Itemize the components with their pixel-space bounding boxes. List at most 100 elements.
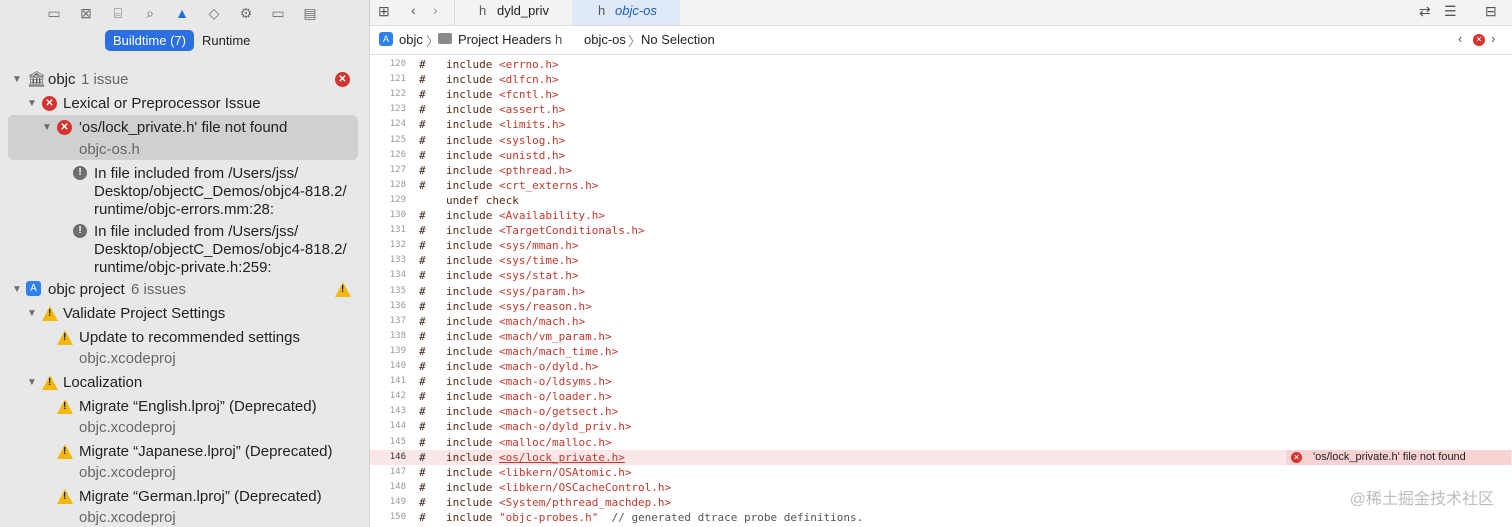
split-editor-icon[interactable]: ⊟ bbox=[1485, 3, 1497, 20]
warning-icon: ! bbox=[42, 306, 58, 321]
line-number: 124 bbox=[389, 119, 406, 130]
chevron-down-icon[interactable]: ▼ bbox=[42, 122, 52, 133]
line-number: 130 bbox=[389, 210, 406, 220]
line-number: 135 bbox=[389, 285, 406, 296]
chevron-down-icon[interactable]: ▼ bbox=[12, 74, 22, 85]
symbol-icon[interactable]: ⌸ bbox=[108, 3, 128, 23]
code-line[interactable]: 145 # include <malloc/malloc.h> bbox=[370, 435, 1512, 450]
code-line[interactable]: 138 # include <mach/vm_param.h> bbox=[370, 329, 1512, 344]
code-line[interactable]: 131 # include <TargetConditionals.h> bbox=[370, 223, 1512, 238]
search-icon[interactable]: ⌕ bbox=[140, 3, 160, 23]
tab-objc-os[interactable]: h objc-os bbox=[572, 0, 680, 25]
line-number: 136 bbox=[389, 300, 406, 311]
code-line[interactable]: 121 # include <dlfcn.h> bbox=[370, 72, 1512, 87]
chevron-left-icon[interactable]: ‹ bbox=[411, 2, 416, 18]
jump-item-symbol[interactable]: No Selection bbox=[641, 32, 715, 47]
source-control-icon[interactable]: ⊠ bbox=[76, 3, 96, 23]
chevron-down-icon[interactable]: ▼ bbox=[12, 284, 22, 295]
directive-hash: # bbox=[419, 178, 426, 192]
chevron-down-icon[interactable]: ▼ bbox=[27, 308, 37, 319]
jump-item-file[interactable]: objc-os bbox=[584, 32, 626, 47]
code-line[interactable]: 136 # include <sys/reason.h> bbox=[370, 299, 1512, 314]
code-line[interactable]: 137 # include <mach/mach.h> bbox=[370, 314, 1512, 329]
line-number: 126 bbox=[389, 149, 406, 160]
include-path: <limits.h> bbox=[498, 118, 566, 132]
code-line[interactable]: 142 # include <mach-o/loader.h> bbox=[370, 389, 1512, 404]
inline-error-message[interactable]: ✕ 'os/lock_private.h' file not found bbox=[1286, 449, 1511, 465]
keyword: include bbox=[446, 284, 493, 298]
code-line[interactable]: 129 undef check bbox=[370, 193, 1512, 208]
code-line[interactable]: 150 # include "objc-probes.h" // generated… bbox=[370, 510, 1512, 525]
editor-options-icon[interactable]: ☰ bbox=[1444, 3, 1457, 20]
directive-hash: # bbox=[419, 511, 426, 524]
code-line[interactable]: 122 # include <fcntl.h> bbox=[370, 87, 1512, 102]
directive-hash: # bbox=[419, 450, 426, 464]
directive-hash: # bbox=[419, 269, 426, 283]
swap-icon[interactable]: ⇄ bbox=[1419, 3, 1431, 20]
code-text: include <mach-o/getsect.h> bbox=[446, 404, 618, 419]
code-line[interactable]: 128 # include <crt_externs.h> bbox=[370, 178, 1512, 193]
code-line[interactable]: 135 # include <sys/param.h> bbox=[370, 284, 1512, 299]
include-path: "objc-probes.h" bbox=[498, 511, 599, 524]
code-line[interactable]: 149 # include <System/pthread_machdep.h> bbox=[370, 495, 1512, 510]
issue-icon[interactable]: ▲ bbox=[172, 3, 192, 23]
warning-icon: ! bbox=[335, 282, 351, 297]
chevron-right-icon[interactable]: › bbox=[1491, 31, 1495, 46]
code-line[interactable]: 123 # include <assert.h> bbox=[370, 102, 1512, 117]
code-line[interactable]: 139 # include <mach/mach_time.h> bbox=[370, 344, 1512, 359]
directive-hash: # bbox=[419, 480, 426, 494]
error-icon: ✕ bbox=[42, 96, 57, 111]
code-line[interactable]: 126 # include <unistd.h> bbox=[370, 148, 1512, 163]
chevron-right-icon: 〉 bbox=[628, 34, 642, 49]
line-number: 142 bbox=[389, 391, 406, 402]
error-icon[interactable]: ✕ bbox=[1473, 34, 1485, 46]
code-line[interactable]: 120 # include <errno.h> bbox=[370, 57, 1512, 72]
include-path: <mach-o/loader.h> bbox=[498, 390, 612, 404]
project-icon: A bbox=[26, 281, 41, 296]
code-line[interactable]: 132 # include <sys/mman.h> bbox=[370, 238, 1512, 253]
code-line[interactable]: 143 # include <mach-o/getsect.h> bbox=[370, 404, 1512, 419]
line-number: 149 bbox=[389, 496, 406, 507]
line-number: 132 bbox=[389, 240, 406, 251]
code-line[interactable]: 133 # include <sys/time.h> bbox=[370, 253, 1512, 268]
directive-hash: # bbox=[419, 344, 426, 358]
directive-hash: # bbox=[419, 284, 426, 298]
breakpoint-icon[interactable]: ▭ bbox=[268, 3, 288, 23]
chevron-right-icon[interactable]: › bbox=[433, 2, 438, 18]
buildtime-tab[interactable]: Buildtime (7) bbox=[105, 30, 194, 51]
code-line[interactable]: 127 # include <pthread.h> bbox=[370, 163, 1512, 178]
code-line[interactable]: 144 # include <mach-o/dyld_priv.h> bbox=[370, 419, 1512, 434]
code-line[interactable]: 146 # include <os/lock_private.h> ✕ 'os/lock… bbox=[370, 449, 1512, 465]
include-path: <libkern/OSAtomic.h> bbox=[498, 465, 632, 479]
include-path: <syslog.h> bbox=[498, 133, 566, 147]
directive-hash: # bbox=[419, 299, 426, 313]
code-line[interactable]: 148 # include <libkern/OSCacheControl.h> bbox=[370, 480, 1512, 495]
chevron-down-icon[interactable]: ▼ bbox=[27, 98, 37, 109]
chevron-down-icon[interactable]: ▼ bbox=[27, 377, 37, 388]
keyword: include bbox=[446, 58, 493, 71]
grid-icon[interactable]: ⊞ bbox=[378, 3, 390, 20]
code-text: include <syslog.h> bbox=[446, 133, 565, 148]
jump-item-project[interactable]: objc bbox=[399, 32, 423, 47]
watermark: @稀土掘金技术社区 bbox=[1349, 491, 1494, 508]
code-line[interactable]: 125 # include <syslog.h> bbox=[370, 133, 1512, 148]
code-line[interactable]: 141 # include <mach-o/ldsyms.h> bbox=[370, 374, 1512, 389]
tab-dyld-priv[interactable]: h dyld_priv bbox=[454, 0, 573, 25]
line-number: 139 bbox=[389, 345, 406, 356]
jump-item-group[interactable]: Project Headers bbox=[458, 32, 551, 47]
code-line[interactable]: 124 # include <limits.h> bbox=[370, 117, 1512, 132]
code-line[interactable]: 130 # include <Availability.h> bbox=[370, 208, 1512, 223]
include-path: <mach-o/dyld.h> bbox=[498, 360, 599, 373]
report-icon[interactable]: ▤ bbox=[300, 3, 320, 23]
code-line[interactable]: 147 # include <libkern/OSAtomic.h> bbox=[370, 465, 1512, 480]
debug-icon[interactable]: ⚙ bbox=[236, 3, 256, 23]
folder-icon[interactable]: ▭ bbox=[44, 3, 64, 23]
test-icon[interactable]: ◇ bbox=[204, 3, 224, 23]
directive-hash: # bbox=[419, 375, 426, 389]
runtime-tab[interactable]: Runtime bbox=[194, 30, 258, 51]
code-line[interactable]: 140 # include <mach-o/dyld.h> bbox=[370, 359, 1512, 374]
chevron-left-icon[interactable]: ‹ bbox=[1458, 31, 1462, 46]
code-text: include <sys/reason.h> bbox=[446, 299, 592, 314]
code-line[interactable]: 134 # include <sys/stat.h> bbox=[370, 268, 1512, 283]
keyword: include bbox=[446, 511, 493, 524]
